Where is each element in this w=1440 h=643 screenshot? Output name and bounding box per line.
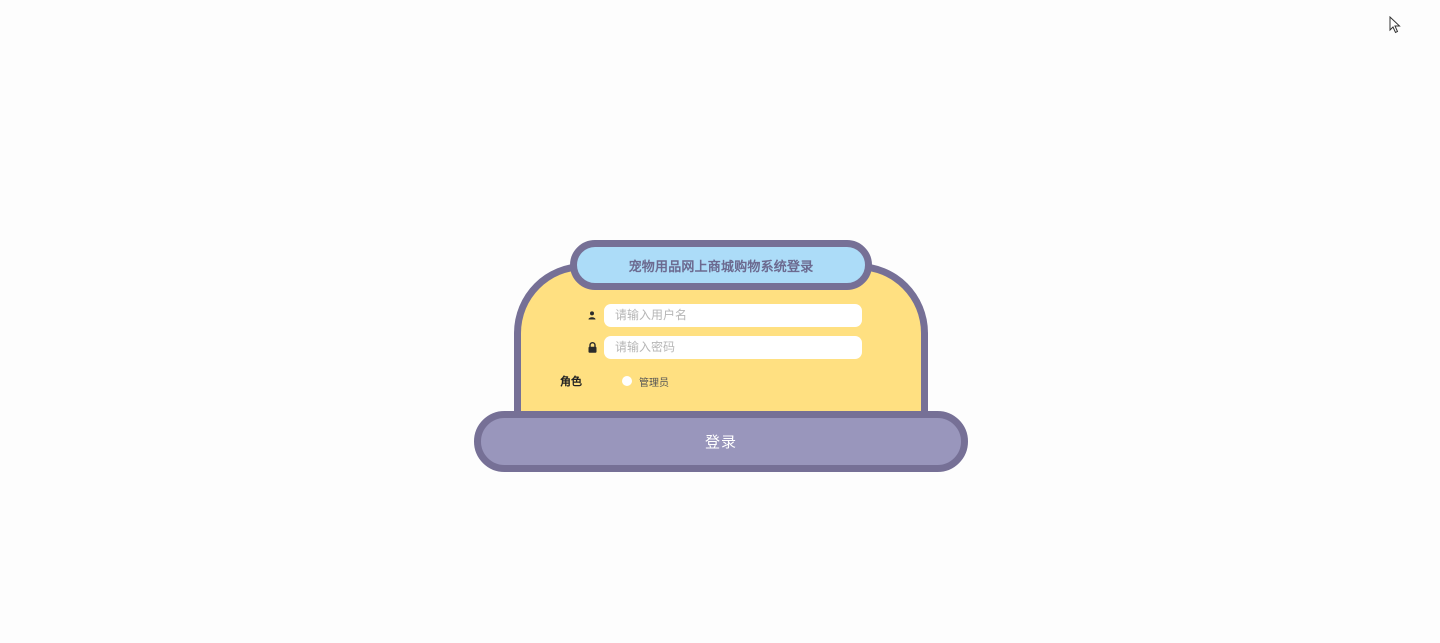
mouse-cursor-icon xyxy=(1389,16,1401,34)
login-button-label: 登录 xyxy=(704,433,737,451)
role-radio-admin[interactable] xyxy=(622,376,632,386)
lock-icon xyxy=(586,341,598,353)
role-label: 角色 xyxy=(560,375,582,388)
role-option-label: 管理员 xyxy=(639,377,669,389)
username-row xyxy=(586,303,862,327)
user-icon xyxy=(586,309,598,321)
role-row: 角色 管理员 xyxy=(560,372,669,390)
page-title: 宠物用品网上商城购物系统登录 xyxy=(628,259,814,275)
password-row xyxy=(586,335,862,359)
username-input[interactable] xyxy=(604,303,862,327)
login-page: 宠物用品网上商城购物系统登录 角色 管理员 登录 xyxy=(0,0,1440,643)
title-banner: 宠物用品网上商城购物系统登录 xyxy=(570,240,872,290)
password-input[interactable] xyxy=(604,335,862,359)
login-button[interactable]: 登录 xyxy=(474,411,968,472)
